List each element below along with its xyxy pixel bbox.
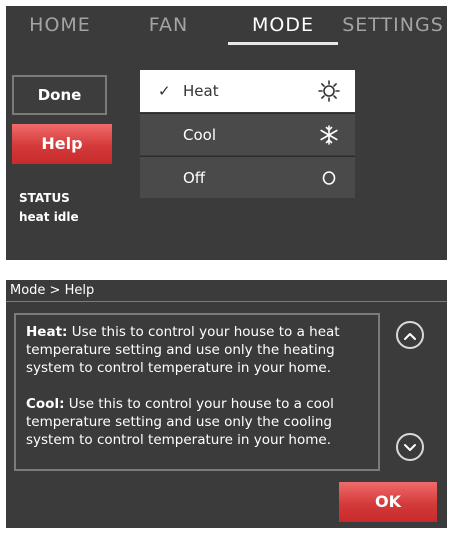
check-icon: ✓	[158, 82, 171, 100]
help-text-panel: Heat: Use this to control your house to …	[14, 313, 380, 471]
active-tab-indicator	[228, 42, 338, 45]
mode-label: Cool	[183, 126, 216, 144]
help-text: Use this to control your house to a heat…	[26, 324, 340, 376]
tab-bar: HOME FAN MODE SETTINGS	[6, 6, 447, 45]
tab-fan[interactable]: FAN	[121, 6, 216, 44]
ok-button[interactable]: OK	[339, 482, 437, 522]
mode-option-off[interactable]: Off	[140, 156, 355, 198]
chevron-down-icon	[403, 438, 417, 457]
scroll-down-button[interactable]	[396, 433, 424, 461]
status-value: heat idle	[19, 210, 79, 224]
help-term: Heat:	[26, 324, 68, 340]
mode-option-cool[interactable]: Cool	[140, 113, 355, 155]
help-button[interactable]: Help	[12, 124, 112, 164]
mode-list: ✓ Heat Cool Off	[140, 70, 355, 199]
tab-settings[interactable]: SETTINGS	[339, 6, 447, 44]
help-screen: Mode > Help Heat: Use this to control yo…	[6, 280, 447, 528]
breadcrumb: Mode > Help	[6, 280, 447, 302]
done-button[interactable]: Done	[12, 75, 107, 115]
help-text: Use this to control your house to a cool…	[26, 396, 334, 448]
mode-label: Off	[183, 169, 206, 187]
mode-label: Heat	[183, 82, 219, 100]
help-paragraph-cool: Cool: Use this to control your house to …	[26, 395, 368, 449]
off-circle-icon	[317, 157, 341, 199]
mode-screen: HOME FAN MODE SETTINGS Done Help STATUS …	[6, 6, 447, 260]
help-term: Cool:	[26, 396, 65, 412]
tab-home[interactable]: HOME	[14, 6, 106, 44]
snowflake-icon	[317, 114, 341, 156]
status-display: STATUS heat idle	[19, 189, 79, 227]
help-paragraph-heat: Heat: Use this to control your house to …	[26, 323, 368, 377]
tab-mode[interactable]: MODE	[228, 6, 338, 44]
chevron-up-icon	[403, 326, 417, 345]
mode-option-heat[interactable]: ✓ Heat	[140, 70, 355, 112]
sun-icon	[317, 70, 341, 112]
status-label: STATUS	[19, 191, 70, 205]
scroll-up-button[interactable]	[396, 321, 424, 349]
